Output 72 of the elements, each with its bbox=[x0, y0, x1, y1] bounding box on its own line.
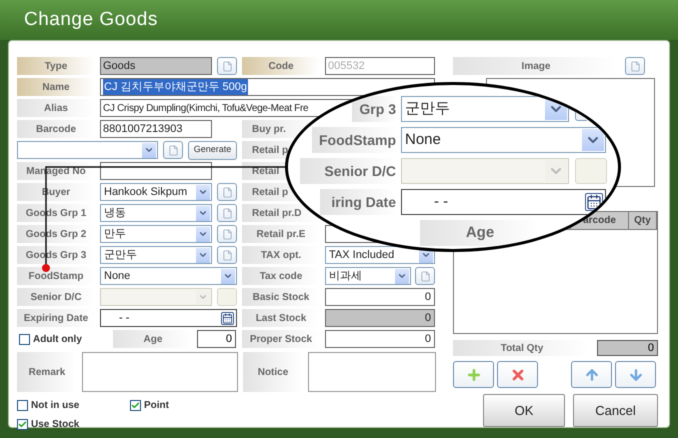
field-label: iring Date bbox=[320, 189, 398, 215]
number-field[interactable]: 0 bbox=[197, 330, 236, 348]
chevron-down-icon bbox=[196, 290, 210, 304]
field-label: Age bbox=[420, 220, 540, 246]
generate-button[interactable]: Generate bbox=[188, 140, 237, 160]
checkbox[interactable] bbox=[130, 400, 141, 411]
dropdown[interactable]: 냉동 bbox=[100, 204, 212, 222]
text-field[interactable] bbox=[100, 162, 212, 180]
document-icon bbox=[630, 60, 640, 72]
close-icon bbox=[510, 366, 526, 382]
chevron-down-icon bbox=[545, 98, 567, 120]
column-header: Qty bbox=[629, 212, 657, 230]
date-field[interactable]: - - bbox=[100, 309, 237, 327]
document-icon bbox=[222, 228, 232, 240]
field-label: Code bbox=[242, 57, 320, 75]
checkbox[interactable] bbox=[17, 400, 28, 411]
calendar-icon bbox=[585, 193, 603, 211]
dropdown[interactable]: 만두 bbox=[100, 225, 212, 243]
chevron-down-icon bbox=[196, 206, 210, 220]
document-icon bbox=[420, 270, 430, 282]
chevron-down-icon bbox=[196, 226, 210, 242]
up-button[interactable] bbox=[571, 361, 612, 388]
calendar-icon bbox=[221, 312, 234, 324]
notice-field[interactable] bbox=[308, 352, 436, 392]
chevron-down-icon bbox=[582, 129, 604, 151]
document-icon bbox=[222, 186, 232, 198]
window-title: Change Goods bbox=[24, 8, 158, 32]
arrow-down-icon bbox=[628, 366, 644, 382]
document-icon bbox=[168, 144, 178, 156]
dropdown[interactable]: 군만두 bbox=[401, 96, 569, 122]
field-label: Grp 3 bbox=[352, 96, 398, 122]
chevron-down-icon bbox=[142, 142, 156, 158]
number-field[interactable]: 0 bbox=[325, 330, 435, 348]
document-icon bbox=[222, 208, 232, 218]
cancel-button[interactable]: Cancel bbox=[573, 394, 658, 427]
dropdown[interactable]: 군만두 bbox=[100, 246, 212, 264]
dropdown[interactable]: 비과세 bbox=[325, 267, 411, 285]
dropdown[interactable]: TAX Included bbox=[325, 246, 435, 264]
remark-field[interactable] bbox=[82, 352, 238, 392]
text-field[interactable]: Goods bbox=[100, 57, 212, 75]
chevron-down-icon bbox=[395, 268, 409, 284]
field-label: Name bbox=[17, 78, 95, 96]
field-label: Senior D/C bbox=[300, 158, 398, 184]
ok-button[interactable]: OK bbox=[483, 394, 565, 427]
plus-icon bbox=[466, 366, 482, 382]
number-field[interactable]: 0 bbox=[325, 309, 435, 327]
document-icon bbox=[222, 60, 232, 72]
checkbox-label: Point bbox=[144, 399, 169, 413]
add-button[interactable] bbox=[453, 361, 494, 388]
dropdown[interactable]: Hankook Sikpum bbox=[100, 183, 212, 201]
field-label: FoodStamp bbox=[312, 127, 398, 153]
checkbox-label: Use Stock bbox=[31, 418, 80, 432]
checkbox[interactable] bbox=[19, 334, 30, 344]
text-field[interactable]: 8801007213903 bbox=[100, 120, 212, 138]
checkbox-label: Not in use bbox=[31, 399, 80, 413]
chevron-down-icon bbox=[545, 160, 567, 182]
date-field[interactable]: - - bbox=[401, 189, 606, 215]
dropdown[interactable]: None bbox=[401, 127, 606, 153]
field-label: Type bbox=[17, 57, 95, 75]
dropdown[interactable]: None bbox=[100, 267, 237, 285]
total-field: 0 bbox=[597, 340, 658, 356]
number-field[interactable]: 0 bbox=[325, 288, 435, 306]
document-icon bbox=[222, 250, 232, 260]
chevron-down-icon bbox=[196, 248, 210, 262]
text-field[interactable]: CJ 김치두부야채군만두 500g bbox=[100, 78, 435, 96]
arrow-up-icon bbox=[584, 366, 600, 382]
delete-button[interactable] bbox=[497, 361, 538, 388]
down-button[interactable] bbox=[615, 361, 656, 388]
chevron-down-icon bbox=[221, 268, 235, 284]
chevron-down-icon bbox=[196, 184, 210, 200]
checkbox-label: Adult only bbox=[33, 332, 82, 346]
checkbox[interactable] bbox=[17, 419, 28, 430]
